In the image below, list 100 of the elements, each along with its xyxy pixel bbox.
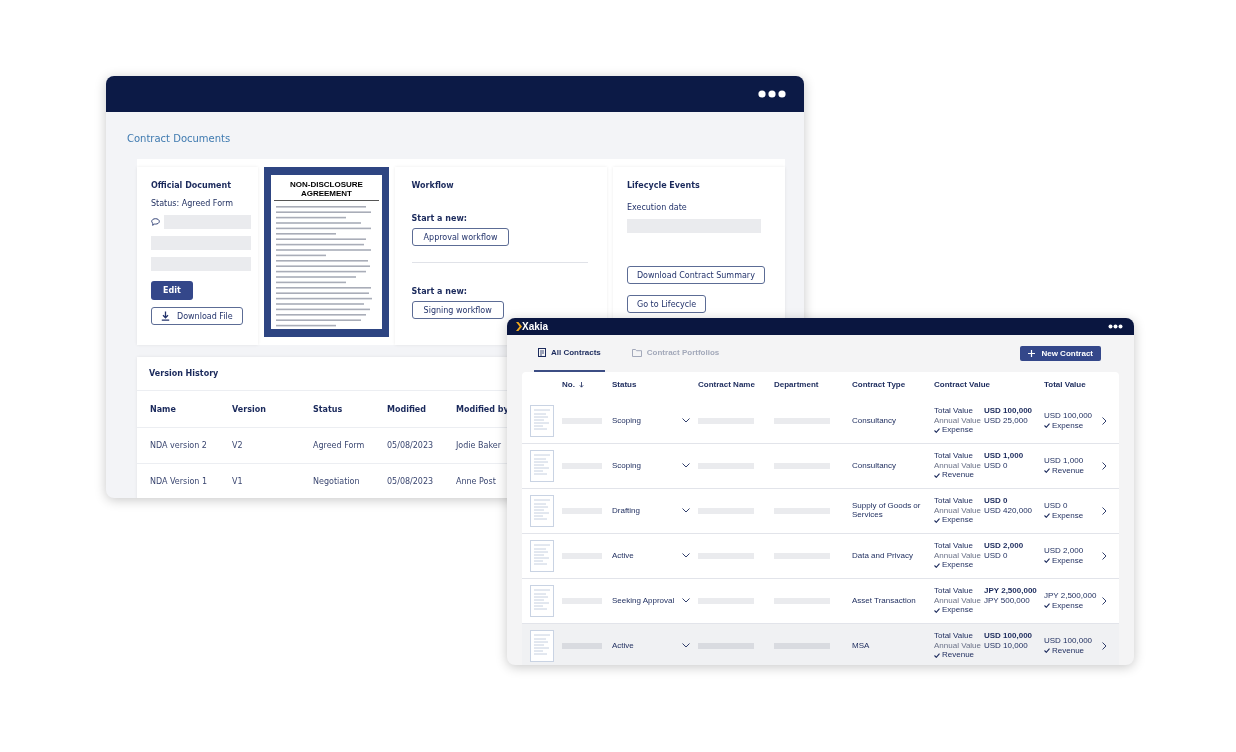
check-icon (934, 563, 940, 569)
chevron-right-icon[interactable] (1102, 417, 1107, 425)
check-icon (1044, 648, 1050, 654)
contract-row[interactable]: Scoping Consultancy Total Value Annual Value Revenue USD 1,000 USD 0 USD 1,000 Revenue (522, 444, 1119, 489)
sort-arrow-icon (578, 382, 584, 389)
check-icon (934, 473, 940, 479)
check-icon (1044, 603, 1050, 609)
value-label: Total Value (934, 451, 973, 461)
contract-row[interactable]: Active MSA Total Value Annual Value Revenue USD 100,000 USD 10,000 USD 100,000 Revenue (522, 624, 1119, 665)
flow-type: Revenue (1052, 466, 1085, 476)
contract-type: Data and Privacy (852, 551, 914, 561)
total-amount: USD 100,000 (1044, 411, 1093, 421)
start-label: Start a new: (411, 287, 468, 296)
contract-type: Consultancy (852, 461, 898, 471)
flow-type: Expense (942, 561, 974, 571)
check-icon (1044, 423, 1050, 429)
contract-row[interactable]: Drafting Supply of Goods or Services Total Value Annual Value Expense USD 0 USD 420,000 USD 0 Expense (522, 489, 1119, 534)
flow-type: Expense (942, 426, 974, 436)
flow-type: Expense (942, 516, 974, 526)
value-amount: USD 420,000 (984, 506, 1033, 516)
value-amount: USD 100,000 (984, 631, 1033, 641)
start-label: Start a new: (411, 214, 468, 223)
total-amount: USD 100,000 (1044, 636, 1093, 646)
edit-button[interactable]: Edit (151, 281, 193, 300)
total-amount: USD 1,000 (1044, 456, 1084, 466)
value-amount: USD 2,000 (984, 541, 1024, 551)
logo-text: Xakia (522, 321, 549, 332)
table-cell-text: Negotiation (313, 477, 361, 486)
value-label: Total Value (934, 586, 973, 596)
contract-type: Consultancy (852, 416, 898, 426)
chevron-right-icon[interactable] (1102, 642, 1107, 650)
more-icon[interactable] (758, 90, 786, 98)
value-label: Annual Value (934, 506, 981, 516)
flow-type: Revenue (1052, 646, 1085, 656)
status-text: Status: Agreed Form (151, 199, 234, 208)
page-title: Contract Documents (127, 133, 232, 144)
lifecycle-button[interactable]: Download Contract Summary (626, 266, 765, 284)
chevron-down-icon[interactable] (682, 643, 690, 649)
document-thumbnail-icon (530, 630, 554, 662)
chevron-down-icon[interactable] (682, 553, 690, 559)
table-cell-text: Anne Post (456, 477, 497, 486)
table-cell-text: 05/08/2023 (387, 477, 435, 486)
contract-row[interactable]: Active Data and Privacy Total Value Annual Value Expense USD 2,000 USD 0 USD 2,000 Expense (522, 534, 1119, 579)
flow-type: Revenue (942, 471, 975, 481)
workflow-button[interactable]: Signing workflow (411, 301, 504, 319)
document-thumbnail-icon (530, 405, 554, 437)
total-amount: USD 0 (1044, 501, 1068, 511)
status-value: Drafting (612, 506, 640, 516)
plus-icon (1028, 350, 1036, 357)
value-amount: USD 1,000 (984, 451, 1024, 461)
flow-type: Revenue (942, 651, 975, 661)
check-icon (934, 653, 940, 659)
value-label: Annual Value (934, 416, 981, 426)
table-cell-text: Agreed Form (313, 441, 366, 450)
download-file-button[interactable]: Download File (151, 307, 243, 325)
chevron-right-icon[interactable] (1102, 597, 1107, 605)
table-cell-text: V2 (232, 441, 244, 450)
check-icon (1044, 513, 1050, 519)
contract-type: Supply of Goods or Services (852, 502, 922, 520)
status-value: Scoping (612, 461, 641, 471)
chevron-right-icon[interactable] (1102, 552, 1107, 560)
new-contract-button[interactable]: New Contract (1020, 346, 1101, 361)
table-cell-text: 05/08/2023 (387, 441, 435, 450)
table-cell-text: NDA version 2 (150, 441, 208, 450)
column-header: Version (232, 404, 267, 414)
check-icon (934, 518, 940, 524)
value-amount: USD 0 (984, 496, 1008, 506)
workflow-button[interactable]: Approval workflow (411, 228, 510, 246)
column-header: Contract Value (934, 381, 991, 390)
column-header[interactable]: No. (562, 381, 612, 390)
comment-icon (151, 218, 160, 226)
table-cell-text: V1 (232, 477, 244, 486)
column-header: Status (612, 381, 638, 390)
folder-icon (631, 348, 642, 357)
lifecycle-button[interactable]: Go to Lifecycle (626, 295, 707, 313)
status-value: Active (612, 551, 634, 561)
status-value: Active (612, 641, 634, 651)
flow-type: Expense (1052, 421, 1084, 431)
contract-type: MSA (852, 641, 871, 651)
status-value: Scoping (612, 416, 641, 426)
chevron-down-icon[interactable] (682, 418, 690, 424)
check-icon (934, 428, 940, 434)
more-icon[interactable] (1108, 324, 1123, 329)
document-title: NON-DISCLOSURE AGREEMENT (274, 181, 379, 201)
flow-type: Expense (1052, 556, 1084, 566)
chevron-right-icon[interactable] (1102, 462, 1107, 470)
chevron-down-icon[interactable] (682, 463, 690, 469)
total-amount: USD 2,000 (1044, 546, 1084, 556)
value-label: Annual Value (934, 551, 981, 561)
table-cell-text: Jodie Baker (456, 441, 502, 450)
status-value: Seeking Approval (612, 596, 675, 606)
section-heading: Lifecycle Events (626, 181, 701, 190)
check-icon (1044, 558, 1050, 564)
check-icon (934, 608, 940, 614)
contract-row[interactable]: Scoping Consultancy Total Value Annual Value Expense USD 100,000 USD 25,000 USD 100,000 Expense (522, 399, 1119, 444)
document-preview[interactable]: NON-DISCLOSURE AGREEMENT (264, 167, 389, 337)
chevron-down-icon[interactable] (682, 598, 690, 604)
chevron-right-icon[interactable] (1102, 507, 1107, 515)
document-thumbnail-icon (530, 540, 554, 572)
chevron-down-icon[interactable] (682, 508, 690, 514)
